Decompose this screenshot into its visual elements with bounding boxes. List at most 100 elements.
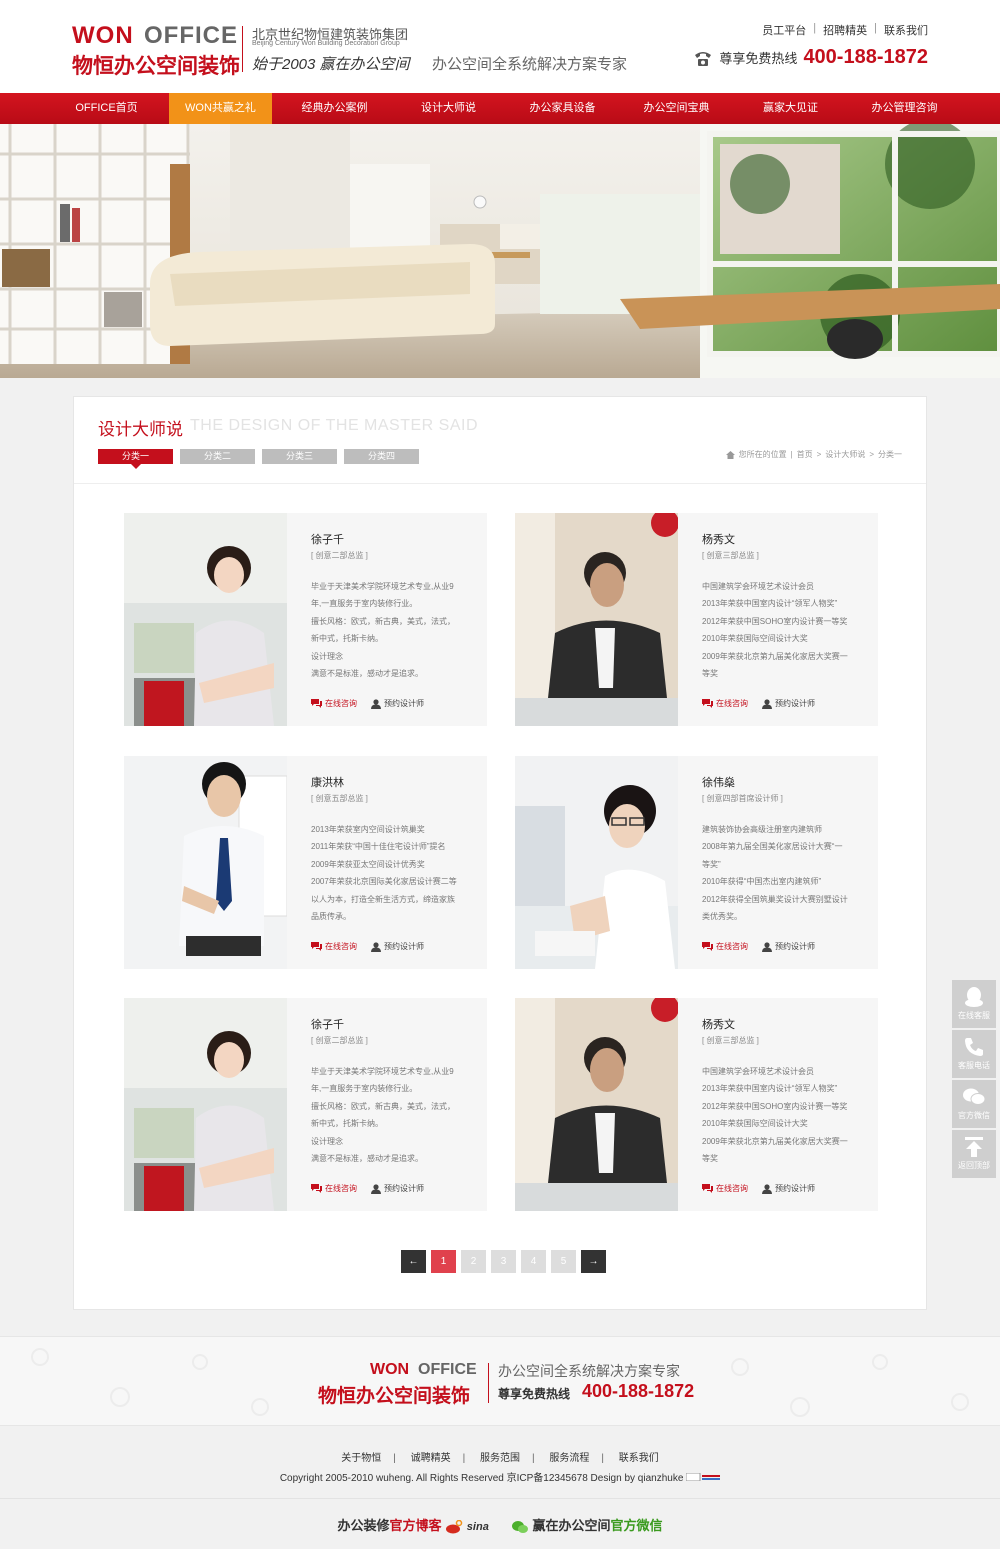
footer-link-separator: | bbox=[532, 1453, 535, 1464]
designer-description: 中国建筑学会环境艺术设计会员 2013年荣获中国室内设计“领军人物奖” 2012年荣… bbox=[702, 578, 867, 680]
top-links: 员工平台 | 招聘精英 | 联系我们 bbox=[762, 22, 928, 38]
online-consult-link[interactable]: 在线咨询 bbox=[311, 698, 357, 709]
hotline: 尊享免费热线 400-188-1872 bbox=[693, 46, 928, 69]
user-icon bbox=[371, 941, 381, 952]
nav-item-guide[interactable]: 办公空间宝典 bbox=[625, 93, 728, 124]
book-designer-label: 预约设计师 bbox=[384, 1184, 424, 1193]
telephone-icon bbox=[695, 51, 712, 66]
designer-desc-line: 2009年荣获北京第九届美化家居大奖赛一 bbox=[702, 1136, 848, 1146]
designer-name[interactable]: 徐伟燊 bbox=[702, 774, 867, 791]
social-links: 办公装修官方博客 sina 赢在办公空间官方微信 bbox=[0, 1515, 1000, 1534]
designer-desc-line: 2010年荣获国际空间设计大奖 bbox=[702, 634, 808, 644]
footer-link-process[interactable]: 服务流程 bbox=[549, 1453, 589, 1464]
page-button-1[interactable]: 1 bbox=[431, 1250, 456, 1273]
weibo-link[interactable]: 办公装修官方博客 sina bbox=[338, 1515, 489, 1534]
hotline-number[interactable]: 400-188-1872 bbox=[803, 46, 928, 69]
nav-item-won-gift[interactable]: WON共赢之礼 bbox=[169, 93, 272, 124]
online-consult-link[interactable]: 在线咨询 bbox=[702, 1183, 748, 1194]
nav-item-furniture[interactable]: 办公家具设备 bbox=[511, 93, 614, 124]
designer-name[interactable]: 杨秀文 bbox=[702, 531, 867, 548]
online-service-button[interactable]: 在线客服 bbox=[952, 980, 996, 1028]
wechat-button[interactable]: 官方微信 bbox=[952, 1080, 996, 1128]
designer-card[interactable]: 杨秀文 [ 创意三部总监 ] 中国建筑学会环境艺术设计会员 2013年荣获中国室内设计… bbox=[515, 998, 878, 1211]
designer-photo[interactable] bbox=[515, 998, 678, 1211]
tab-category-1[interactable]: 分类一 bbox=[98, 449, 173, 469]
nav-item-designers[interactable]: 设计大师说 bbox=[397, 93, 500, 124]
designer-photo[interactable] bbox=[515, 756, 678, 969]
book-designer-label: 预约设计师 bbox=[775, 1184, 815, 1193]
designer-card[interactable]: 徐子千 [ 创意二部总监 ] 毕业于天津美术学院环境艺术专业,从业9 年,一直服务于室… bbox=[124, 513, 487, 726]
page-button-2[interactable]: 2 bbox=[461, 1250, 486, 1273]
book-designer-link[interactable]: 预约设计师 bbox=[762, 698, 815, 709]
nav-items: OFFICE首页 WON共赢之礼 经典办公案例 设计大师说 办公家具设备 办公空… bbox=[55, 93, 967, 124]
logo-won[interactable]: WON bbox=[72, 22, 134, 50]
designer-info: 徐伟燊 [ 创意四部首席设计师 ] 建筑装饰协会高级注册室内建筑师 2008年第九届全… bbox=[702, 774, 867, 923]
designer-photo[interactable] bbox=[124, 513, 287, 726]
footer-links: 关于物恒 | 诚聘精英 | 服务范围 | 服务流程 | 联系我们 bbox=[0, 1449, 1000, 1464]
top-link-contact[interactable]: 联系我们 bbox=[884, 22, 928, 38]
book-designer-link[interactable]: 预约设计师 bbox=[371, 1183, 424, 1194]
designer-name[interactable]: 徐子千 bbox=[311, 1016, 476, 1033]
designer-desc-line: 等奖” bbox=[702, 859, 721, 869]
footer-link-recruit[interactable]: 诚聘精英 bbox=[411, 1453, 451, 1464]
designer-photo[interactable] bbox=[515, 513, 678, 726]
side-label: 在线客服 bbox=[958, 1011, 990, 1020]
footer-logo-won[interactable]: WON bbox=[370, 1361, 409, 1379]
footer-logo-office[interactable]: OFFICE bbox=[418, 1361, 477, 1379]
nav-item-consulting[interactable]: 办公管理咨询 bbox=[853, 93, 956, 124]
designer-card[interactable]: 康洪林 [ 创意五部总监 ] 2013年荣获室内空间设计筑巢奖 2011年荣获“中国十… bbox=[124, 756, 487, 969]
prev-page-button[interactable]: ← bbox=[401, 1250, 426, 1273]
logo-office[interactable]: OFFICE bbox=[144, 22, 238, 50]
chat-bubble-icon bbox=[702, 942, 713, 951]
online-consult-link[interactable]: 在线咨询 bbox=[311, 1183, 357, 1194]
designer-card[interactable]: 徐子千 [ 创意二部总监 ] 毕业于天津美术学院环境艺术专业,从业9 年,一直服务于室… bbox=[124, 998, 487, 1211]
next-page-button[interactable]: → bbox=[581, 1250, 606, 1273]
tab-category-2[interactable]: 分类二 bbox=[180, 449, 255, 464]
top-link-recruit[interactable]: 招聘精英 bbox=[823, 22, 867, 38]
book-designer-link[interactable]: 预约设计师 bbox=[762, 941, 815, 952]
tab-category-3[interactable]: 分类三 bbox=[262, 449, 337, 464]
page-button-3[interactable]: 3 bbox=[491, 1250, 516, 1273]
footer-link-scope[interactable]: 服务范围 bbox=[480, 1453, 520, 1464]
nav-item-office-home[interactable]: OFFICE首页 bbox=[55, 93, 158, 124]
designer-card[interactable]: 杨秀文 [ 创意三部总监 ] 中国建筑学会环境艺术设计会员 2013年荣获中国室内设计… bbox=[515, 513, 878, 726]
chat-bubble-icon bbox=[702, 1184, 713, 1193]
back-to-top-button[interactable]: 返回顶部 bbox=[952, 1130, 996, 1178]
section-title-en: THE DESIGN OF THE MASTER SAID bbox=[190, 417, 479, 434]
service-phone-button[interactable]: 客服电话 bbox=[952, 1030, 996, 1078]
footer-link-contact[interactable]: 联系我们 bbox=[619, 1453, 659, 1464]
designer-name[interactable]: 康洪林 bbox=[311, 774, 476, 791]
footer-logo-cn[interactable]: 物恒办公空间装饰 bbox=[318, 1381, 470, 1408]
online-consult-link[interactable]: 在线咨询 bbox=[311, 941, 357, 952]
designer-desc-line: 2009年荣获亚太空间设计优秀奖 bbox=[311, 859, 425, 869]
nav-item-cases[interactable]: 经典办公案例 bbox=[283, 93, 386, 124]
logo-chinese-name[interactable]: 物恒办公空间装饰 bbox=[72, 50, 240, 80]
cnzz-stats-icon[interactable] bbox=[685, 1472, 721, 1482]
chat-bubble-icon bbox=[311, 1184, 322, 1193]
top-link-separator: | bbox=[874, 22, 877, 34]
designer-name[interactable]: 徐子千 bbox=[311, 531, 476, 548]
top-link-staff[interactable]: 员工平台 bbox=[762, 22, 806, 38]
breadcrumb-home[interactable]: 首页 bbox=[797, 449, 813, 460]
book-designer-link[interactable]: 预约设计师 bbox=[762, 1183, 815, 1194]
tab-category-4[interactable]: 分类四 bbox=[344, 449, 419, 464]
breadcrumb-designers[interactable]: 设计大师说 bbox=[825, 449, 865, 460]
designer-photo[interactable] bbox=[124, 756, 287, 969]
phone-icon bbox=[965, 1038, 983, 1056]
page-button-5[interactable]: 5 bbox=[551, 1250, 576, 1273]
book-designer-link[interactable]: 预约设计师 bbox=[371, 698, 424, 709]
footer-hotline-number[interactable]: 400-188-1872 bbox=[582, 1381, 694, 1402]
footer-link-about[interactable]: 关于物恒 bbox=[341, 1453, 381, 1464]
online-consult-link[interactable]: 在线咨询 bbox=[702, 941, 748, 952]
designer-name[interactable]: 杨秀文 bbox=[702, 1016, 867, 1033]
online-consult-link[interactable]: 在线咨询 bbox=[702, 698, 748, 709]
designer-photo[interactable] bbox=[124, 998, 287, 1211]
designer-desc-line: 设计理念 bbox=[311, 651, 343, 661]
page-button-4[interactable]: 4 bbox=[521, 1250, 546, 1273]
designer-card[interactable]: 徐伟燊 [ 创意四部首席设计师 ] 建筑装饰协会高级注册室内建筑师 2008年第九届全… bbox=[515, 756, 878, 969]
designer-desc-line: 2010年荣获国际空间设计大奖 bbox=[702, 1119, 808, 1129]
nav-item-testimonials[interactable]: 赢家大见证 bbox=[739, 93, 842, 124]
wechat-link[interactable]: 赢在办公空间官方微信 bbox=[511, 1515, 662, 1534]
breadcrumb-separator: | bbox=[790, 450, 793, 459]
book-designer-link[interactable]: 预约设计师 bbox=[371, 941, 424, 952]
